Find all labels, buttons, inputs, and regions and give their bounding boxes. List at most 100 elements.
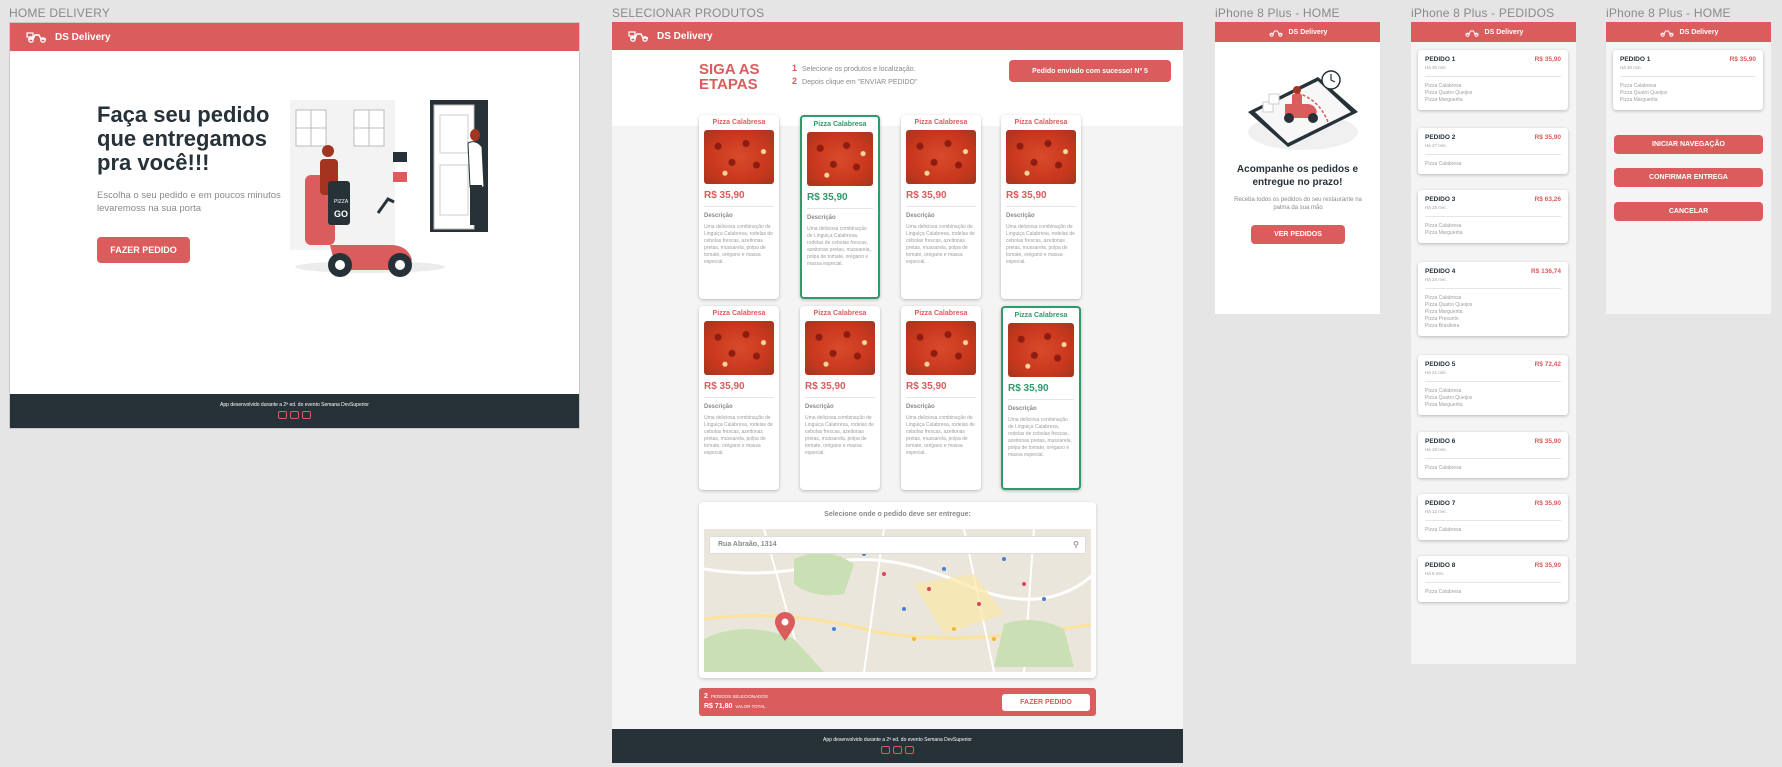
- order-card[interactable]: PEDIDO 6 R$ 35,90 Há 18 min. Pizza Calabres…: [1418, 432, 1568, 478]
- product-card[interactable]: Pizza Calabresa R$ 35,90 Descrição Uma deli…: [800, 115, 880, 299]
- order-card[interactable]: PEDIDO 7 R$ 35,90 Há 12 min. Pizza Calabres…: [1418, 494, 1568, 540]
- footer-text: App desenvolvido durante a 2ª ed. do eve…: [823, 737, 972, 743]
- order-item: Pizza Calabresa: [1425, 589, 1462, 595]
- scooter-logo-icon[interactable]: [628, 30, 650, 42]
- product-name: Pizza Calabresa: [813, 121, 867, 128]
- product-name: Pizza Calabresa: [712, 310, 766, 317]
- description-label: Descrição: [805, 404, 834, 410]
- success-message-button[interactable]: Pedido enviado com sucesso! Nº 5: [1009, 60, 1171, 82]
- pizza-image: [704, 321, 774, 375]
- order-items: Pizza Calabresa Pizza Marguerita: [1425, 223, 1561, 237]
- product-card[interactable]: Pizza Calabresa R$ 35,90 Descrição Uma deli…: [901, 115, 981, 299]
- product-card[interactable]: Pizza Calabresa R$ 35,90 Descrição Uma deli…: [699, 115, 779, 299]
- order-time: Há 8 min.: [1425, 571, 1561, 583]
- order-item: Pizza Calabresa: [1425, 161, 1462, 167]
- search-icon[interactable]: ⚲: [1073, 540, 1079, 549]
- product-card[interactable]: Pizza Calabresa R$ 35,90 Descrição Uma deli…: [699, 306, 779, 490]
- scooter-logo-icon[interactable]: [26, 31, 48, 43]
- summary-total-label: VALOR TOTAL: [735, 704, 766, 709]
- order-card[interactable]: PEDIDO 1 R$ 35,90 Há 30 min. Pizza Calabres…: [1418, 50, 1568, 110]
- footer-text: App desenvolvido durante a 2ª ed. do eve…: [220, 402, 369, 408]
- step-2: 2 Depois clique em "ENVIAR PEDIDO": [792, 76, 917, 86]
- product-card[interactable]: Pizza Calabresa R$ 35,90 Descrição Uma deli…: [800, 306, 880, 490]
- order-item: Pizza Calabresa: [1425, 295, 1462, 301]
- product-card[interactable]: Pizza Calabresa R$ 35,90 Descrição Uma deli…: [1001, 306, 1081, 490]
- linkedin-icon[interactable]: [893, 746, 902, 754]
- order-price: R$ 136,74: [1531, 268, 1561, 275]
- order-card[interactable]: PEDIDO 2 R$ 35,90 Há 27 min. Pizza Calabres…: [1418, 128, 1568, 174]
- brand-name[interactable]: DS Delivery: [55, 32, 111, 43]
- make-order-button[interactable]: FAZER PEDIDO: [97, 237, 190, 263]
- start-navigation-button[interactable]: INICIAR NAVEGAÇÃO: [1614, 135, 1763, 154]
- scooter-logo-icon[interactable]: [1268, 28, 1284, 37]
- step-1-number: 1: [792, 63, 798, 73]
- order-item: Pizza Calabresa: [1425, 465, 1462, 471]
- order-items: Pizza Calabresa: [1425, 465, 1561, 472]
- product-card[interactable]: Pizza Calabresa R$ 35,90 Descrição Uma deli…: [901, 306, 981, 490]
- map[interactable]: Rua Abraão, 1314 ⚲: [704, 529, 1091, 672]
- description-label: Descrição: [906, 404, 935, 410]
- order-time: Há 30 min.: [1620, 65, 1756, 77]
- brand-name[interactable]: DS Delivery: [1680, 29, 1719, 36]
- product-name: Pizza Calabresa: [813, 310, 867, 317]
- product-card[interactable]: Pizza Calabresa R$ 35,90 Descrição Uma deli…: [1001, 115, 1081, 299]
- product-name: Pizza Calabresa: [1014, 312, 1068, 319]
- order-price: R$ 35,90: [1534, 500, 1561, 507]
- product-name: Pizza Calabresa: [712, 119, 766, 126]
- order-time: Há 21 min.: [1425, 370, 1561, 382]
- pizza-image: [906, 321, 976, 375]
- order-card[interactable]: PEDIDO 4 R$ 136,74 Há 24 min. Pizza Calabre…: [1418, 262, 1568, 336]
- description-label: Descrição: [807, 215, 836, 221]
- order-detail-card[interactable]: PEDIDO 1 R$ 35,90 Há 30 min. Pizza Calab…: [1613, 50, 1763, 110]
- mobile-home-title: Acompanhe os pedidos e entregue no prazo…: [1236, 164, 1359, 188]
- navbar: DS Delivery: [10, 23, 579, 51]
- navbar: DS Delivery: [1411, 22, 1576, 42]
- product-price: R$ 35,90: [906, 190, 976, 207]
- order-price: R$ 72,42: [1534, 361, 1561, 368]
- submit-order-button[interactable]: FAZER PEDIDO: [1002, 694, 1090, 711]
- hero-title: Faça seu pedido que entregamos pra você!…: [97, 102, 270, 175]
- order-price: R$ 35,90: [1534, 438, 1561, 445]
- product-description: Uma deliciosa combinação de Linguiça Cal…: [1006, 224, 1075, 265]
- product-price: R$ 35,90: [807, 192, 873, 209]
- address-search-input[interactable]: Rua Abraão, 1314 ⚲: [709, 536, 1086, 554]
- order-item: Pizza Calabresa: [1425, 223, 1462, 229]
- footer: App desenvolvido durante a 2ª ed. do eve…: [10, 394, 579, 428]
- brand-name[interactable]: DS Delivery: [657, 31, 713, 42]
- order-item: Pizza Marguerita: [1425, 309, 1463, 315]
- select-products-frame: DS Delivery SIGA AS ETAPAS 1 Selecione os…: [612, 22, 1183, 763]
- scooter-logo-icon[interactable]: [1659, 28, 1675, 37]
- summary-count-label: PEDIDOS SELECIONADOS: [710, 694, 768, 699]
- summary-total: R$ 71,80 VALOR TOTAL: [704, 703, 766, 710]
- confirm-delivery-button[interactable]: CONFIRMAR ENTREGA: [1614, 168, 1763, 187]
- order-time: Há 30 min.: [1425, 65, 1561, 77]
- product-name: Pizza Calabresa: [914, 310, 968, 317]
- cancel-button[interactable]: CANCELAR: [1614, 202, 1763, 221]
- step-1: 1 Selecione os produtos e localização.: [792, 63, 916, 73]
- youtube-icon[interactable]: [881, 746, 890, 754]
- order-item: Pizza Presunto: [1425, 316, 1459, 322]
- frame-label-mobile-detail: iPhone 8 Plus - HOME: [1606, 6, 1731, 20]
- footer: App desenvolvido durante a 2ª ed. do eve…: [612, 729, 1183, 763]
- order-item: Pizza Marguerita: [1425, 230, 1463, 236]
- home-delivery-frame: DS Delivery Faça seu pedido que entregam…: [9, 22, 580, 429]
- order-item: Pizza Brasileira: [1425, 323, 1460, 329]
- mobile-order-detail-frame: DS Delivery PEDIDO 1 R$ 35,90 Há 30 min.…: [1606, 22, 1771, 314]
- frame-label-mobile-orders: iPhone 8 Plus - PEDIDOS: [1411, 6, 1555, 20]
- order-card[interactable]: PEDIDO 5 R$ 72,42 Há 21 min. Pizza Calabres…: [1418, 355, 1568, 415]
- map-panel: Selecione onde o pedido deve ser entregu…: [699, 502, 1096, 678]
- scooter-logo-icon[interactable]: [1464, 28, 1480, 37]
- location-pin-icon[interactable]: [774, 612, 796, 642]
- linkedin-icon[interactable]: [290, 411, 299, 419]
- navbar: DS Delivery: [612, 22, 1183, 50]
- order-card[interactable]: PEDIDO 3 R$ 63,26 Há 25 min. Pizza Calabres…: [1418, 190, 1568, 243]
- product-description: Uma deliciosa combinação de Linguiça Cal…: [805, 415, 874, 456]
- youtube-icon[interactable]: [278, 411, 287, 419]
- instagram-icon[interactable]: [905, 746, 914, 754]
- view-orders-button[interactable]: VER PEDIDOS: [1251, 225, 1345, 244]
- brand-name[interactable]: DS Delivery: [1289, 29, 1328, 36]
- instagram-icon[interactable]: [302, 411, 311, 419]
- brand-name[interactable]: DS Delivery: [1485, 29, 1524, 36]
- description-label: Descrição: [1006, 213, 1035, 219]
- order-card[interactable]: PEDIDO 8 R$ 35,90 Há 8 min. Pizza Calabresa: [1418, 556, 1568, 602]
